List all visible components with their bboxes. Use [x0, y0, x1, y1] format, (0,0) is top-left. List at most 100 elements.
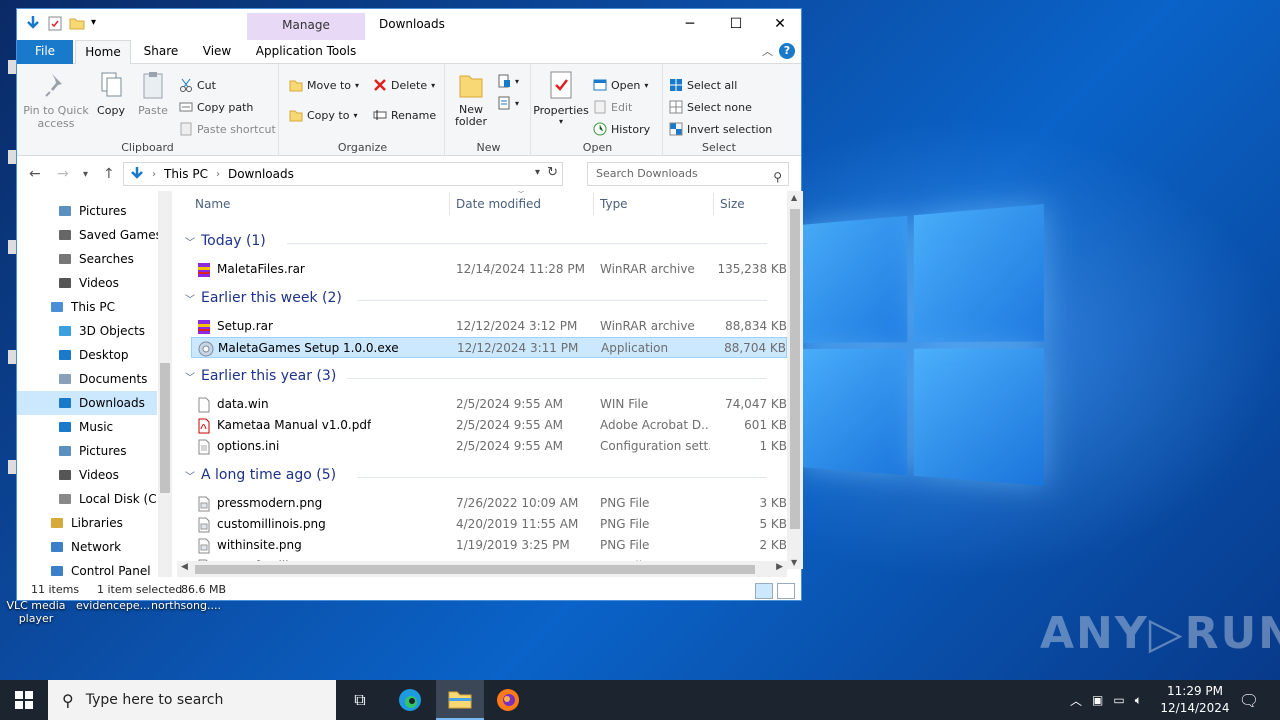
column-header-size[interactable]: Size [720, 191, 745, 217]
nav-item-pictures[interactable]: Pictures [17, 439, 157, 463]
task-view-icon[interactable]: ⧉ [338, 680, 382, 720]
column-separator[interactable] [713, 193, 714, 215]
scroll-left-arrow-icon[interactable]: ◀ [181, 562, 188, 572]
group-header[interactable]: ﹀ Today (1) [185, 233, 266, 249]
new-item-button[interactable]: ▾ [497, 74, 519, 88]
downloads-arrow-icon[interactable] [25, 15, 41, 31]
edit-button[interactable]: Edit [593, 100, 632, 114]
nav-pane-scrollbar[interactable] [158, 191, 172, 577]
easy-access-button[interactable]: ▾ [497, 96, 519, 110]
file-row[interactable]: Kametaa Manual v1.0.pdf 2/5/2024 9:55 AM A… [191, 415, 787, 436]
desktop-icon-vlc[interactable]: VLC media player [1, 599, 71, 625]
nav-item-searches[interactable]: Searches [17, 247, 157, 271]
new-folder-icon[interactable] [69, 15, 85, 31]
desktop-icon-fragment[interactable] [8, 150, 16, 164]
large-icons-view-icon[interactable] [777, 583, 795, 599]
minimize-button[interactable]: ─ [667, 9, 713, 39]
desktop-icon-fragment[interactable] [8, 240, 16, 254]
file-list-horizontal-scrollbar[interactable]: ◀ ▶ [177, 561, 787, 577]
nav-item-this-pc[interactable]: This PC [17, 295, 157, 319]
scroll-down-arrow-icon[interactable]: ▼ [791, 558, 797, 567]
help-button[interactable]: ? [779, 43, 795, 59]
nav-item-saved-games[interactable]: Saved Games [17, 223, 162, 247]
customize-dropdown-icon[interactable]: ▾ [91, 15, 107, 31]
move-to-button[interactable]: Move to ▾ [289, 78, 359, 92]
nav-item-videos[interactable]: Videos [17, 271, 157, 295]
start-button[interactable] [0, 680, 48, 720]
file-row[interactable]: options.ini 2/5/2024 9:55 AM Configuration… [191, 436, 787, 457]
breadcrumb-downloads[interactable]: Downloads [228, 167, 294, 181]
nav-item-videos[interactable]: Videos [17, 463, 157, 487]
title-bar[interactable]: ▾ Manage Downloads ─ ☐ ✕ [17, 9, 803, 40]
desktop-icon-fragment[interactable] [8, 350, 16, 364]
recent-locations-chevron-icon[interactable]: ▾ [83, 169, 88, 180]
open-button[interactable]: Open ▾ [593, 78, 648, 92]
file-row[interactable]: Setup.rar 12/12/2024 3:12 PM WinRAR archiv… [191, 316, 787, 337]
select-none-button[interactable]: Select none [669, 100, 752, 114]
group-collapse-chevron-icon[interactable]: ﹀ [185, 369, 195, 384]
properties-icon[interactable] [47, 15, 63, 31]
copy-path-button[interactable]: Copy path [179, 100, 253, 114]
close-button[interactable]: ✕ [757, 9, 803, 39]
copy-button[interactable]: Copy [93, 70, 129, 117]
column-separator[interactable] [593, 193, 594, 215]
nav-item-control-panel[interactable]: Control Panel [17, 559, 157, 577]
column-header-name[interactable]: Name [195, 191, 230, 217]
nav-item-local-disk-c-[interactable]: Local Disk (C:) [17, 487, 165, 511]
volume-icon[interactable]: 🔈︎ [1135, 693, 1142, 708]
file-row[interactable]: customillinois.png 4/20/2019 11:55 AM PNG … [191, 514, 787, 535]
nav-item-libraries[interactable]: Libraries [17, 511, 157, 535]
tab-share[interactable]: Share [135, 40, 187, 64]
column-header-date[interactable]: Date modified [456, 191, 541, 217]
nav-scroll-thumb[interactable] [160, 363, 170, 493]
forward-arrow-icon[interactable]: → [57, 166, 69, 182]
manage-contextual-tab[interactable]: Manage [247, 13, 365, 40]
history-button[interactable]: History [593, 122, 650, 136]
delete-button[interactable]: Delete ▾ [373, 78, 435, 92]
desktop-icon-fragment[interactable] [8, 460, 16, 474]
paste-shortcut-button[interactable]: Paste shortcut [179, 122, 276, 136]
nav-item-downloads[interactable]: Downloads [17, 391, 157, 415]
address-dropdown-icon[interactable]: ▾ [535, 167, 540, 178]
nav-item-network[interactable]: Network [17, 535, 157, 559]
nav-item-documents[interactable]: Documents [17, 367, 157, 391]
firefox-icon[interactable] [486, 680, 530, 720]
vertical-scroll-thumb[interactable] [790, 209, 800, 529]
invert-selection-button[interactable]: Invert selection [669, 122, 772, 136]
group-header[interactable]: ﹀ A long time ago (5) [185, 467, 336, 483]
network-icon[interactable]: ▭ [1113, 693, 1124, 707]
tab-view[interactable]: View [191, 40, 243, 64]
horizontal-scroll-thumb[interactable] [195, 565, 755, 574]
tab-file[interactable]: File [17, 40, 73, 64]
taskbar-clock[interactable]: 11:29 PM 12/14/2024 [1160, 683, 1230, 717]
desktop-icon-fragment[interactable] [8, 60, 16, 74]
group-collapse-chevron-icon[interactable]: ﹀ [185, 291, 195, 306]
group-collapse-chevron-icon[interactable]: ﹀ [185, 234, 195, 249]
show-hidden-icons-chevron-icon[interactable]: ︿ [1070, 692, 1082, 709]
file-row[interactable]: pressmodern.png 7/26/2022 10:09 AM PNG Fil… [191, 493, 787, 514]
column-separator[interactable] [449, 193, 450, 215]
tab-application-tools[interactable]: Application Tools [247, 40, 365, 64]
back-arrow-icon[interactable]: ← [29, 166, 41, 182]
taskbar-search-box[interactable]: ⚲ Type here to search [48, 680, 336, 720]
file-explorer-taskbar-icon[interactable] [436, 680, 484, 720]
group-header[interactable]: ﹀ Earlier this year (3) [185, 368, 336, 384]
edge-browser-icon[interactable] [388, 680, 432, 720]
nav-item-desktop[interactable]: Desktop [17, 343, 157, 367]
pin-to-quick-access-button[interactable]: Pin to Quick access [21, 70, 91, 130]
file-row[interactable]: MaletaFiles.rar 12/14/2024 11:28 PM WinRAR… [191, 259, 787, 280]
paste-button[interactable]: Paste [133, 70, 173, 117]
file-row[interactable]: withinsite.png 1/19/2019 3:25 PM PNG File 2… [191, 535, 787, 556]
device-icon[interactable]: ▣ [1092, 693, 1103, 707]
scroll-up-arrow-icon[interactable]: ▲ [791, 193, 797, 202]
nav-item-3d-objects[interactable]: 3D Objects [17, 319, 157, 343]
group-header[interactable]: ﹀ Earlier this week (2) [185, 290, 342, 306]
refresh-icon[interactable]: ↻ [547, 165, 558, 180]
search-input[interactable]: Search Downloads ⚲ [587, 162, 789, 186]
up-arrow-icon[interactable]: ↑ [103, 166, 115, 182]
rename-button[interactable]: Rename [373, 108, 436, 122]
tab-home[interactable]: Home [75, 40, 131, 64]
nav-item-music[interactable]: Music [17, 415, 157, 439]
nav-item-pictures[interactable]: Pictures [17, 199, 157, 223]
cut-button[interactable]: Cut [179, 78, 216, 92]
